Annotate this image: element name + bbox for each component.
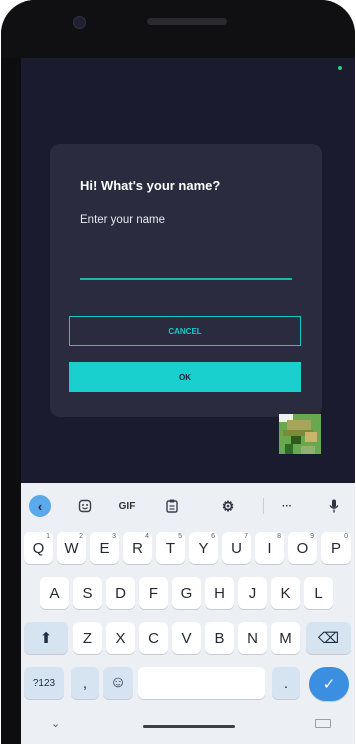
front-camera-icon bbox=[73, 16, 86, 29]
emoji-key[interactable]: ☺ bbox=[103, 667, 133, 699]
key-label: P bbox=[330, 539, 341, 557]
key-o[interactable]: O9 bbox=[288, 532, 317, 564]
more-options-button[interactable]: ··· bbox=[275, 495, 299, 517]
key-hint: 4 bbox=[145, 533, 149, 540]
ok-button[interactable]: OK bbox=[69, 362, 301, 392]
pixel-art-sprite bbox=[279, 414, 321, 454]
key-e[interactable]: E3 bbox=[90, 532, 119, 564]
key-g[interactable]: G bbox=[172, 577, 201, 609]
toolbar-divider bbox=[263, 498, 264, 514]
dialog-title: Hi! What's your name? bbox=[80, 178, 221, 193]
phone-frame: Hi! What's your name? Enter your name CA… bbox=[1, 0, 355, 744]
key-z[interactable]: Z bbox=[73, 622, 102, 654]
key-d[interactable]: D bbox=[106, 577, 135, 609]
shift-key[interactable]: ⬆ bbox=[24, 622, 68, 654]
earpiece-speaker bbox=[147, 18, 227, 25]
key-hint: 5 bbox=[178, 533, 182, 540]
sticker-icon[interactable] bbox=[73, 495, 97, 517]
key-t[interactable]: T5 bbox=[156, 532, 185, 564]
enter-key[interactable]: ✓ bbox=[309, 667, 349, 701]
gear-icon[interactable]: ⚙ bbox=[217, 495, 239, 517]
key-label: R bbox=[132, 539, 143, 557]
clipboard-icon[interactable] bbox=[161, 495, 183, 517]
key-y[interactable]: Y6 bbox=[189, 532, 218, 564]
status-indicator-dot bbox=[338, 66, 342, 70]
spacebar-key[interactable] bbox=[138, 667, 265, 699]
key-c[interactable]: C bbox=[139, 622, 168, 654]
key-label: W bbox=[64, 539, 79, 557]
period-key[interactable]: . bbox=[272, 667, 300, 699]
backspace-key[interactable]: ⌫ bbox=[306, 622, 351, 654]
phone-top-bezel bbox=[1, 0, 355, 58]
key-v[interactable]: V bbox=[172, 622, 201, 654]
name-dialog: Hi! What's your name? Enter your name CA… bbox=[50, 144, 322, 417]
keyboard-toolbar: ‹ GIF ⚙ ··· bbox=[21, 491, 355, 521]
key-hint: 2 bbox=[79, 533, 83, 540]
soft-keyboard: ‹ GIF ⚙ ··· Q1 W2 E3 R4 T5 Y6 U7 I8 O 9 … bbox=[21, 483, 355, 744]
key-x[interactable]: X bbox=[106, 622, 135, 654]
navigation-bar: ⌄ bbox=[21, 715, 355, 744]
key-s[interactable]: S bbox=[73, 577, 102, 609]
key-r[interactable]: R4 bbox=[123, 532, 152, 564]
key-label: U bbox=[231, 539, 242, 557]
key-hint: 1 bbox=[46, 533, 50, 540]
key-j[interactable]: J bbox=[238, 577, 267, 609]
key-i[interactable]: I8 bbox=[255, 532, 284, 564]
chevron-left-icon[interactable]: ‹ bbox=[29, 495, 51, 517]
hide-keyboard-chevron-icon[interactable]: ⌄ bbox=[51, 717, 60, 730]
key-label: E bbox=[99, 539, 110, 557]
key-b[interactable]: B bbox=[205, 622, 234, 654]
comma-key[interactable]: , bbox=[71, 667, 99, 699]
key-label: Y bbox=[198, 539, 209, 557]
key-hint: 0 bbox=[344, 533, 348, 540]
cancel-button[interactable]: CANCEL bbox=[69, 316, 301, 346]
app-screen: Hi! What's your name? Enter your name CA… bbox=[21, 58, 355, 483]
key-w[interactable]: W2 bbox=[57, 532, 86, 564]
key-l[interactable]: L bbox=[304, 577, 333, 609]
key-n[interactable]: N bbox=[238, 622, 267, 654]
key-q[interactable]: Q1 bbox=[24, 532, 53, 564]
name-input[interactable] bbox=[80, 260, 292, 280]
key-label: I bbox=[267, 539, 272, 557]
dialog-prompt: Enter your name bbox=[80, 214, 166, 226]
key-label: T bbox=[165, 539, 176, 557]
key-hint: 7 bbox=[244, 533, 248, 540]
gif-button[interactable]: GIF bbox=[113, 495, 141, 517]
key-k[interactable]: K bbox=[271, 577, 300, 609]
key-hint: 3 bbox=[112, 533, 116, 540]
key-h[interactable]: H bbox=[205, 577, 234, 609]
key-hint: 8 bbox=[277, 533, 281, 540]
keyboard-switch-icon[interactable] bbox=[315, 719, 331, 728]
microphone-icon[interactable] bbox=[323, 495, 345, 517]
key-label: O bbox=[296, 539, 309, 557]
key-a[interactable]: A bbox=[40, 577, 69, 609]
home-indicator[interactable] bbox=[143, 725, 235, 728]
key-p[interactable]: P0 bbox=[321, 532, 351, 564]
key-u[interactable]: U7 bbox=[222, 532, 251, 564]
key-hint: 6 bbox=[211, 533, 215, 540]
key-hint: 9 bbox=[310, 533, 314, 540]
key-label: Q bbox=[32, 539, 45, 557]
symbols-key[interactable]: ?123 bbox=[24, 667, 64, 699]
key-f[interactable]: F bbox=[139, 577, 168, 609]
key-m[interactable]: M bbox=[271, 622, 300, 654]
